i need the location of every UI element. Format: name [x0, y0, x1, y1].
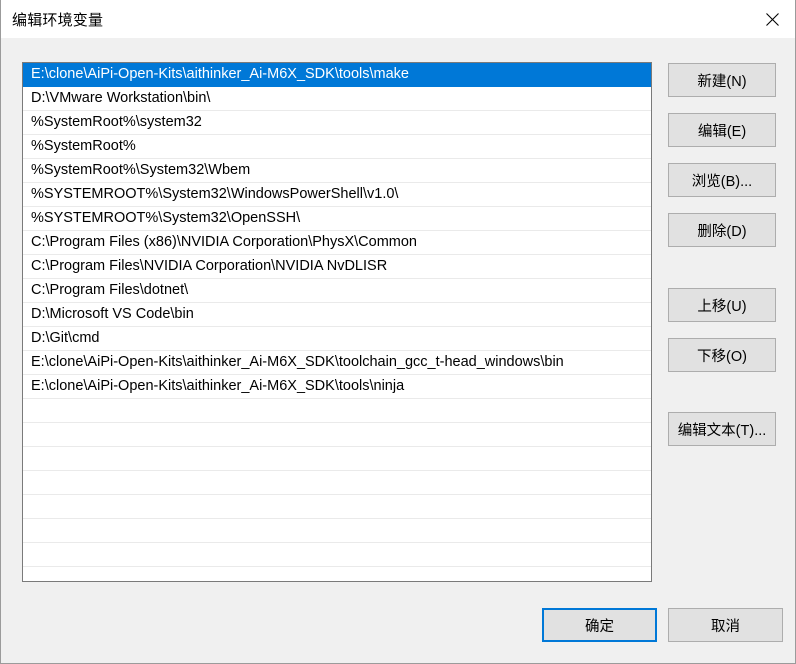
- list-item[interactable]: C:\Program Files\NVIDIA Corporation\NVID…: [23, 255, 651, 279]
- list-item[interactable]: D:\Microsoft VS Code\bin: [23, 303, 651, 327]
- list-item-empty[interactable]: [23, 423, 651, 447]
- list-item[interactable]: %SystemRoot%\system32: [23, 111, 651, 135]
- delete-button[interactable]: 删除(D): [668, 213, 776, 247]
- edit-button[interactable]: 编辑(E): [668, 113, 776, 147]
- window-title: 编辑环境变量: [12, 11, 104, 29]
- list-item[interactable]: %SystemRoot%: [23, 135, 651, 159]
- browse-button[interactable]: 浏览(B)...: [668, 163, 776, 197]
- new-button[interactable]: 新建(N): [668, 63, 776, 97]
- list-item[interactable]: D:\Git\cmd: [23, 327, 651, 351]
- list-item[interactable]: E:\clone\AiPi-Open-Kits\aithinker_Ai-M6X…: [23, 63, 651, 87]
- title-bar: 编辑环境变量: [1, 0, 795, 38]
- list-item[interactable]: %SYSTEMROOT%\System32\WindowsPowerShell\…: [23, 183, 651, 207]
- list-item[interactable]: C:\Program Files (x86)\NVIDIA Corporatio…: [23, 231, 651, 255]
- list-item[interactable]: E:\clone\AiPi-Open-Kits\aithinker_Ai-M6X…: [23, 351, 651, 375]
- list-item[interactable]: %SYSTEMROOT%\System32\OpenSSH\: [23, 207, 651, 231]
- path-entries-listbox[interactable]: E:\clone\AiPi-Open-Kits\aithinker_Ai-M6X…: [22, 62, 652, 582]
- ok-button[interactable]: 确定: [542, 608, 657, 642]
- edit-text-button[interactable]: 编辑文本(T)...: [668, 412, 776, 446]
- move-down-button[interactable]: 下移(O): [668, 338, 776, 372]
- list-item[interactable]: %SystemRoot%\System32\Wbem: [23, 159, 651, 183]
- list-item-empty[interactable]: [23, 543, 651, 567]
- close-icon: [765, 12, 779, 26]
- list-item[interactable]: D:\VMware Workstation\bin\: [23, 87, 651, 111]
- list-item-empty[interactable]: [23, 471, 651, 495]
- edit-environment-variable-dialog: 编辑环境变量 E:\clone\AiPi-Open-Kits\aithinker…: [0, 0, 796, 664]
- close-button[interactable]: [749, 0, 795, 38]
- list-item-empty[interactable]: [23, 495, 651, 519]
- list-item-empty[interactable]: [23, 399, 651, 423]
- list-item[interactable]: E:\clone\AiPi-Open-Kits\aithinker_Ai-M6X…: [23, 375, 651, 399]
- list-item[interactable]: C:\Program Files\dotnet\: [23, 279, 651, 303]
- cancel-button[interactable]: 取消: [668, 608, 783, 642]
- list-item-empty[interactable]: [23, 519, 651, 543]
- move-up-button[interactable]: 上移(U): [668, 288, 776, 322]
- list-item-empty[interactable]: [23, 447, 651, 471]
